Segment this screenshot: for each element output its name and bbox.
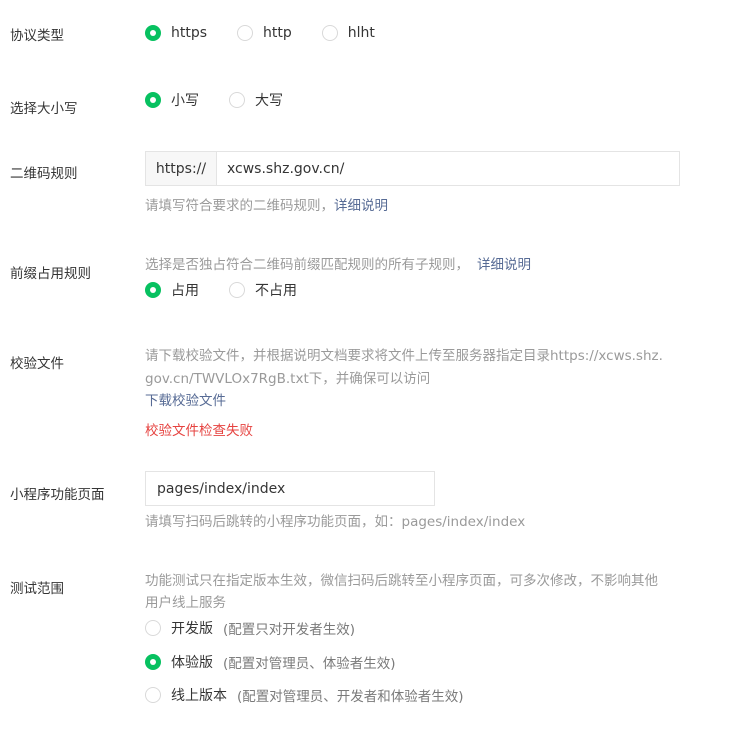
url-prefix: https:// bbox=[146, 152, 217, 185]
radio-label: 体验版 bbox=[171, 655, 213, 671]
option-note: (配置只对开发者生效) bbox=[223, 622, 356, 638]
prefix-rule-radio-group: 占用 不占用 bbox=[145, 280, 327, 300]
radio-unchecked-icon[interactable] bbox=[229, 92, 245, 108]
prefix-option-occupy[interactable]: 占用 bbox=[145, 280, 199, 300]
page-input[interactable] bbox=[145, 471, 435, 506]
radio-unchecked-icon[interactable] bbox=[237, 25, 254, 41]
radio-checked-icon[interactable] bbox=[145, 25, 161, 41]
hint-text: 选择是否独占符合二维码前缀匹配规则的所有子规则， bbox=[145, 257, 469, 273]
hint-text: 请填写符合要求的二维码规则， bbox=[145, 198, 334, 214]
prefix-rule-hint: 选择是否独占符合二维码前缀匹配规则的所有子规则， 详细说明 bbox=[145, 254, 531, 276]
test-scope-label: 测试范围 bbox=[10, 581, 64, 597]
radio-label: hlht bbox=[347, 25, 375, 41]
protocol-option-https[interactable]: https bbox=[145, 25, 207, 41]
radio-label: http bbox=[263, 25, 292, 41]
option-note: (配置对管理员、体验者生效) bbox=[223, 656, 396, 672]
prefix-option-not-occupy[interactable]: 不占用 bbox=[229, 280, 297, 300]
protocol-radio-group: https http hlht bbox=[145, 25, 405, 41]
qrcode-rule-detail-link[interactable]: 详细说明 bbox=[334, 198, 388, 214]
download-link-text[interactable]: 下载校验文件 bbox=[145, 393, 226, 409]
verify-file-label: 校验文件 bbox=[10, 356, 64, 372]
qrcode-rule-hint: 请填写符合要求的二维码规则，详细说明 bbox=[145, 195, 388, 217]
test-scope-option-trial[interactable]: 体验版 (配置对管理员、体验者生效) bbox=[145, 652, 396, 672]
verify-file-hint-line2: gov.cn/TWVLOx7RgB.txt下，并确保可以访问 bbox=[145, 371, 431, 387]
radio-checked-icon[interactable] bbox=[145, 282, 161, 298]
test-scope-option-dev[interactable]: 开发版 (配置只对开发者生效) bbox=[145, 618, 355, 638]
radio-unchecked-icon[interactable] bbox=[229, 282, 245, 298]
test-scope-option-release[interactable]: 线上版本 (配置对管理员、开发者和体验者生效) bbox=[145, 685, 464, 705]
case-radio-group: 小写 大写 bbox=[145, 90, 313, 110]
radio-label: 小写 bbox=[171, 93, 199, 109]
radio-checked-icon[interactable] bbox=[145, 654, 161, 670]
radio-label: https bbox=[171, 25, 208, 41]
radio-unchecked-icon[interactable] bbox=[145, 620, 161, 636]
radio-label: 不占用 bbox=[255, 283, 297, 299]
test-scope-hint-line2: 用户线上服务 bbox=[145, 595, 226, 611]
protocol-option-http[interactable]: http bbox=[237, 25, 292, 41]
verify-file-hint-line1: 请下载校验文件，并根据说明文档要求将文件上传至服务器指定目录https://xc… bbox=[145, 348, 663, 364]
option-note: (配置对管理员、开发者和体验者生效) bbox=[237, 689, 464, 705]
radio-unchecked-icon[interactable] bbox=[145, 687, 161, 703]
radio-unchecked-icon[interactable] bbox=[321, 25, 338, 41]
prefix-rule-label: 前缀占用规则 bbox=[10, 266, 91, 282]
protocol-option-hlht[interactable]: hlht bbox=[321, 25, 375, 41]
case-option-upper[interactable]: 大写 bbox=[229, 90, 283, 110]
test-scope-hint-line1: 功能测试只在指定版本生效，微信扫码后跳转至小程序页面，可多次修改，不影响其他 bbox=[145, 573, 658, 589]
prefix-rule-detail-link[interactable]: 详细说明 bbox=[477, 257, 531, 273]
verify-file-error: 校验文件检查失败 bbox=[145, 423, 253, 439]
page-label: 小程序功能页面 bbox=[10, 487, 105, 503]
qrcode-rule-label: 二维码规则 bbox=[10, 166, 78, 182]
radio-label: 开发版 bbox=[171, 621, 213, 637]
case-label: 选择大小写 bbox=[10, 101, 78, 117]
qrcode-rule-input[interactable] bbox=[217, 152, 679, 185]
download-verify-file-link[interactable]: 下载校验文件 bbox=[145, 390, 226, 412]
radio-checked-icon[interactable] bbox=[145, 92, 161, 108]
page-hint: 请填写扫码后跳转的小程序功能页面，如：pages/index/index bbox=[145, 514, 526, 530]
radio-label: 大写 bbox=[255, 93, 283, 109]
case-option-lower[interactable]: 小写 bbox=[145, 90, 199, 110]
qrcode-rule-field: https:// bbox=[145, 151, 680, 186]
radio-label: 线上版本 bbox=[171, 688, 227, 704]
protocol-label: 协议类型 bbox=[10, 28, 64, 44]
radio-label: 占用 bbox=[171, 283, 199, 299]
